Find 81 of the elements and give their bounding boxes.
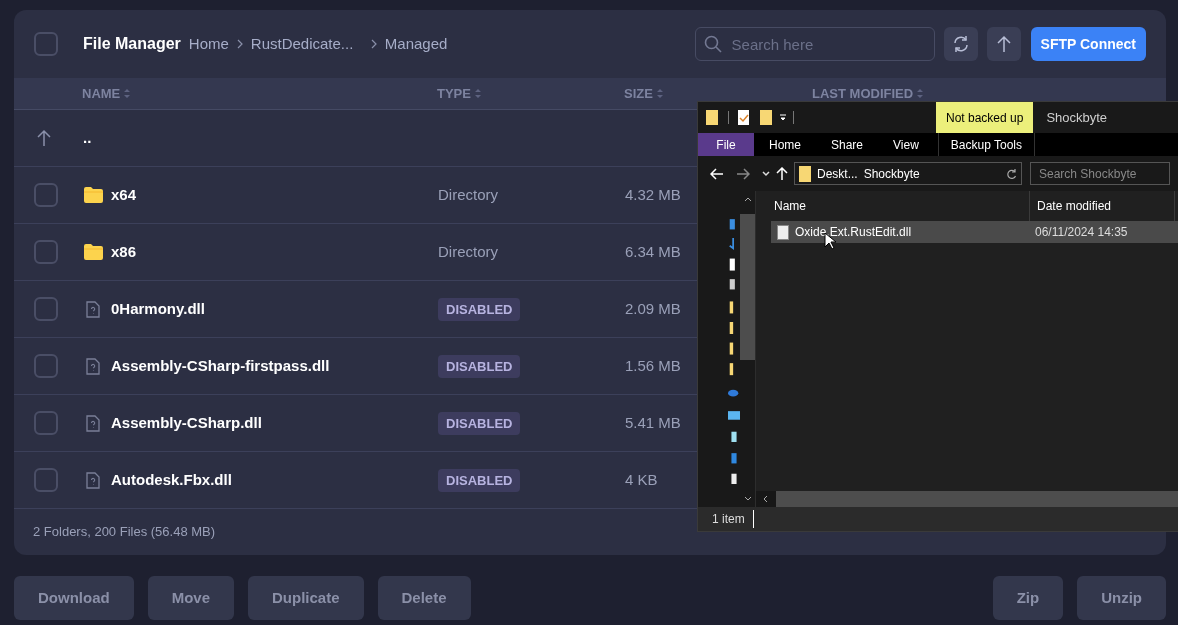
scroll-left-icon[interactable] bbox=[763, 495, 768, 503]
file-size: 6.34 MB bbox=[625, 241, 681, 262]
date-modified: 06/11/2024 14:35 bbox=[1035, 224, 1128, 241]
sort-icon bbox=[656, 89, 663, 98]
action-button[interactable]: Unzip bbox=[1077, 576, 1166, 620]
up-arrow-icon bbox=[995, 35, 1012, 53]
file-size: 2.09 MB bbox=[625, 298, 681, 319]
breadcrumb-link[interactable]: Home bbox=[188, 32, 229, 56]
forward-arrow-icon[interactable] bbox=[736, 167, 750, 180]
search-field[interactable]: Search Shockbyte bbox=[1030, 162, 1170, 185]
file-name[interactable]: Autodesk.Fbx.dll bbox=[111, 468, 438, 492]
sort-icon bbox=[474, 89, 481, 98]
action-button[interactable]: Zip bbox=[992, 576, 1064, 620]
breadcrumb-link[interactable]: RustDedicate... bbox=[250, 32, 363, 56]
file-size: 4.32 MB bbox=[625, 184, 681, 205]
window-title: Shockbyte bbox=[1046, 108, 1108, 127]
back-arrow-icon[interactable] bbox=[710, 167, 724, 180]
horizontal-scrollbar[interactable] bbox=[756, 491, 1178, 507]
page-title: File Manager bbox=[83, 34, 181, 54]
context-tab-label: Not backed up bbox=[936, 102, 1034, 133]
up-arrow-button[interactable] bbox=[986, 27, 1021, 61]
file-type: Directory bbox=[438, 243, 498, 260]
checkbox[interactable] bbox=[34, 411, 58, 435]
checkbox[interactable] bbox=[34, 32, 58, 56]
file-size: 4 KB bbox=[625, 469, 658, 490]
scrollbar-thumb[interactable] bbox=[740, 214, 755, 360]
refresh-button[interactable] bbox=[943, 27, 978, 61]
folder-icon bbox=[799, 165, 811, 182]
breadcrumb-link[interactable]: Managed bbox=[384, 32, 448, 56]
address-segment[interactable]: Shockbyte bbox=[863, 164, 920, 183]
file-question-icon bbox=[86, 357, 100, 375]
sort-icon bbox=[124, 89, 131, 98]
chevron-down-icon[interactable] bbox=[762, 170, 770, 177]
status-badge: DISABLED bbox=[438, 411, 521, 436]
file-question-icon bbox=[86, 414, 100, 432]
status-badge: DISABLED bbox=[438, 354, 521, 379]
checkbox[interactable] bbox=[34, 240, 58, 264]
dll-file-icon bbox=[777, 224, 789, 240]
sftp-connect-button[interactable]: SFTP Connect bbox=[1030, 27, 1146, 61]
address-segment[interactable]: Deskt... bbox=[817, 164, 858, 183]
chevron-right-icon bbox=[236, 39, 243, 49]
file-name[interactable]: Assembly-CSharp.dll bbox=[111, 411, 438, 435]
checkbox[interactable] bbox=[34, 468, 58, 492]
file-type: Directory bbox=[438, 186, 498, 203]
refresh-icon bbox=[951, 35, 970, 53]
action-button[interactable]: Duplicate bbox=[248, 576, 364, 620]
checkbox[interactable] bbox=[34, 297, 58, 321]
ribbon-tab[interactable]: Home bbox=[754, 133, 816, 156]
file-name[interactable]: x86 bbox=[111, 240, 438, 264]
file-name[interactable]: 0Harmony.dll bbox=[111, 297, 438, 321]
scroll-down-icon[interactable] bbox=[743, 496, 752, 501]
file-name: Oxide.Ext.RustEdit.dll bbox=[795, 224, 913, 241]
ribbon-tab[interactable]: View bbox=[878, 133, 934, 156]
checkbox[interactable] bbox=[34, 183, 58, 207]
file-question-icon bbox=[86, 300, 100, 318]
checkbox[interactable] bbox=[34, 354, 58, 378]
file-row[interactable]: Oxide.Ext.RustEdit.dll 06/11/2024 14:35 bbox=[771, 221, 1178, 243]
file-name[interactable]: x64 bbox=[111, 183, 438, 207]
summary-text: 2 Folders, 200 Files (56.48 MB) bbox=[33, 523, 216, 542]
status-badge: DISABLED bbox=[438, 468, 521, 493]
parent-directory-link[interactable]: .. bbox=[83, 126, 92, 150]
action-button[interactable]: Move bbox=[147, 576, 234, 620]
sort-icon bbox=[917, 89, 924, 98]
file-size: 1.56 MB bbox=[625, 355, 681, 376]
status-text: 1 item bbox=[712, 510, 754, 528]
search-field[interactable]: Search here bbox=[694, 27, 935, 61]
action-button[interactable]: Delete bbox=[377, 576, 471, 620]
search-icon bbox=[703, 35, 722, 53]
folder-icon bbox=[83, 244, 103, 260]
file-size: 5.41 MB bbox=[625, 412, 681, 433]
scroll-up-icon[interactable] bbox=[743, 197, 752, 202]
address-bar[interactable]: Deskt... Shockbyte bbox=[794, 162, 1022, 185]
ribbon-tab[interactable]: File bbox=[698, 133, 754, 156]
refresh-icon[interactable] bbox=[1006, 167, 1017, 180]
file-name[interactable]: Assembly-CSharp-firstpass.dll bbox=[111, 354, 438, 378]
status-badge: DISABLED bbox=[438, 297, 521, 322]
file-question-icon bbox=[86, 471, 100, 489]
action-button[interactable]: Download bbox=[14, 576, 134, 620]
folder-icon bbox=[83, 187, 103, 203]
chevron-right-icon bbox=[370, 39, 377, 49]
ribbon-tab[interactable]: Share bbox=[816, 133, 879, 156]
